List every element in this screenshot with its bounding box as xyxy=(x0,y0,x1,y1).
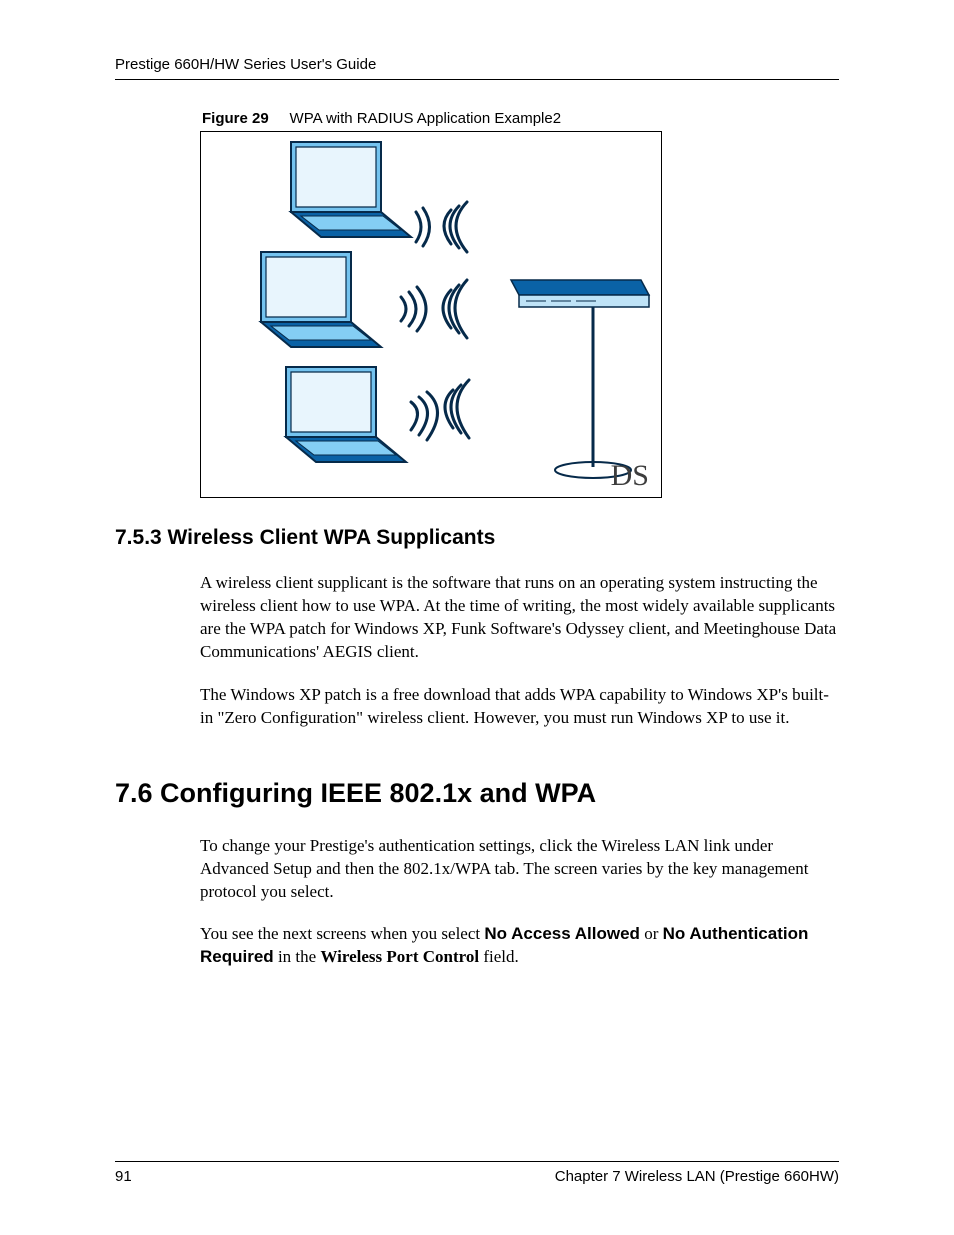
header-title: Prestige 660H/HW Series User's Guide xyxy=(115,56,376,73)
figure-label: Figure 29 xyxy=(202,110,269,127)
subsection-heading-753: 7.5.3 Wireless Client WPA Supplicants xyxy=(115,526,839,550)
wpa-radius-diagram-svg xyxy=(201,132,661,497)
figure-block: Figure 29 WPA with RADIUS Application Ex… xyxy=(200,110,839,498)
bold-text: No Access Allowed xyxy=(484,924,640,943)
wifi-waves-icon xyxy=(401,280,467,338)
laptop-icon xyxy=(291,142,411,237)
wifi-waves-icon xyxy=(411,380,469,440)
section-heading-76: 7.6 Configuring IEEE 802.1x and WPA xyxy=(115,778,839,809)
body-paragraph: To change your Prestige's authentication… xyxy=(115,835,839,904)
ds-label: DS xyxy=(611,459,649,493)
figure-diagram: DS xyxy=(200,131,662,498)
body-paragraph: You see the next screens when you select… xyxy=(115,923,839,969)
router-icon xyxy=(511,280,649,478)
figure-caption: Figure 29 WPA with RADIUS Application Ex… xyxy=(200,110,839,127)
laptop-icon xyxy=(286,367,406,462)
text-run: You see the next screens when you select xyxy=(200,924,484,943)
text-run: field. xyxy=(479,947,519,966)
laptop-icon xyxy=(261,252,381,347)
page-number: 91 xyxy=(115,1168,132,1185)
wifi-waves-icon xyxy=(416,202,467,252)
text-run: in the xyxy=(274,947,321,966)
body-paragraph: The Windows XP patch is a free download … xyxy=(115,684,839,730)
text-run: or xyxy=(640,924,663,943)
page-header: Prestige 660H/HW Series User's Guide xyxy=(115,56,839,80)
body-paragraph: A wireless client supplicant is the soft… xyxy=(115,572,839,664)
chapter-label: Chapter 7 Wireless LAN (Prestige 660HW) xyxy=(555,1168,839,1185)
figure-title: WPA with RADIUS Application Example2 xyxy=(290,110,562,127)
document-page: Prestige 660H/HW Series User's Guide Fig… xyxy=(0,0,954,1235)
page-footer: 91 Chapter 7 Wireless LAN (Prestige 660H… xyxy=(115,1161,839,1185)
bold-text: Wireless Port Control xyxy=(320,947,479,966)
